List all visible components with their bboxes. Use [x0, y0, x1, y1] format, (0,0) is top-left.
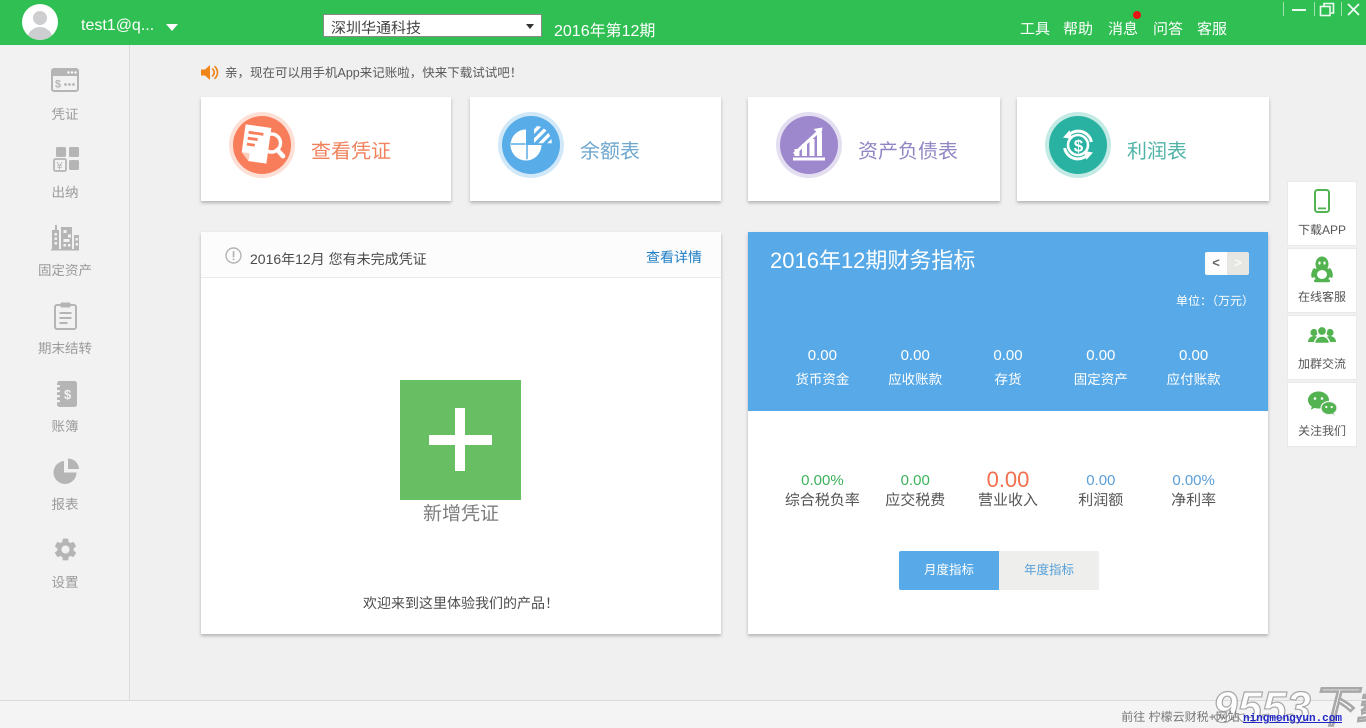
svg-text:$: $ — [1074, 136, 1084, 155]
svg-text:¥: ¥ — [55, 161, 63, 173]
svg-text:$: $ — [64, 387, 72, 402]
svg-text:$: $ — [55, 79, 61, 91]
